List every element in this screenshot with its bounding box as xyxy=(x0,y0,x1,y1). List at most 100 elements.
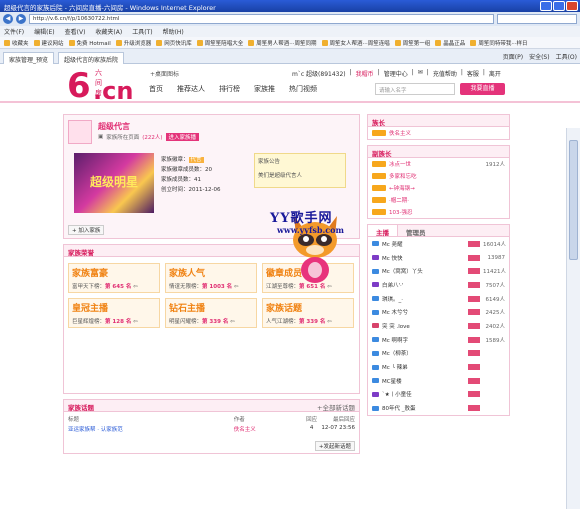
member-row[interactable]: `★丨小童佳 xyxy=(368,388,509,402)
service-link[interactable]: 客服 xyxy=(467,69,479,78)
family-avatar xyxy=(68,120,92,144)
enter-family-button[interactable]: 进入家族播 xyxy=(165,133,200,141)
tab-admins[interactable]: 管理员 xyxy=(398,225,434,237)
member-name: MC星楼 xyxy=(382,378,402,385)
username[interactable]: m`c 超级(891432) xyxy=(292,69,346,78)
vice-row[interactable]: 多家和忘吃 xyxy=(368,170,509,182)
level-icon xyxy=(372,268,379,274)
close-button[interactable] xyxy=(566,1,578,11)
menu-bar: 文件(F) 编辑(E) 查看(V) 收藏夹(A) 工具(T) 帮助(H) xyxy=(0,26,580,37)
tab-family-backyard[interactable]: 超级代言的家族后院 xyxy=(58,51,125,64)
vertical-scrollbar[interactable] xyxy=(566,128,580,509)
family-stats: 家族徽章： 代言 家族徽章成员数：20 家族成员数：41 创立时间：2011-12… xyxy=(161,157,221,193)
fav-item[interactable]: 晶晶正品 xyxy=(435,39,465,47)
join-family-button[interactable]: + 加入家族 xyxy=(68,225,105,235)
go-live-button[interactable]: 我要直播 xyxy=(460,83,505,95)
mail-icon[interactable]: ✉ xyxy=(418,69,423,78)
topic-row[interactable]: 亚运家族帮 · 认家族范 佚名主义 4 12-07 23:56 xyxy=(64,423,359,435)
member-row[interactable]: Mc 快快 13987 xyxy=(368,251,509,265)
nav-recommend[interactable]: 推荐达人 xyxy=(177,84,205,94)
fav-item[interactable]: 周笙同特带我···样日 xyxy=(470,39,528,47)
honor-card[interactable]: 钻石主播 明星闪耀榜：第 339 名 ⇦ xyxy=(165,298,257,328)
member-count: 2402人 xyxy=(485,323,506,330)
nav-ranking[interactable]: 排行榜 xyxy=(219,84,240,94)
vice-row[interactable]: ·帽二期· xyxy=(368,194,509,206)
tab-family-preview[interactable]: 家族管理_预览 xyxy=(3,51,55,64)
member-row[interactable]: 白弟八'·' 7507人 xyxy=(368,278,509,292)
member-row[interactable]: MC星楼 xyxy=(368,374,509,388)
menu-favorites[interactable]: 收藏夹(A) xyxy=(95,27,122,36)
menu-help[interactable]: 帮助(H) xyxy=(163,27,184,36)
member-name: 白弟八'·' xyxy=(382,282,404,289)
minimize-button[interactable] xyxy=(540,1,552,11)
fav-item[interactable]: 免费 Hotmail xyxy=(68,39,111,47)
vice-row[interactable]: ←钟海钢→ xyxy=(368,182,509,194)
fav-item[interactable]: 网页快讯库 xyxy=(156,39,192,47)
nav-home[interactable]: 首页 xyxy=(149,84,163,94)
member-row[interactable]: 突 突 .love 2402人 xyxy=(368,319,509,333)
member-row[interactable]: 80年代 _敖蛋 xyxy=(368,401,509,415)
browser-search-input[interactable] xyxy=(497,14,577,24)
member-name: Mc 啊啊字 xyxy=(382,337,409,344)
fav-item[interactable]: 周笙笙陪唱大全 xyxy=(196,39,243,47)
level-icon xyxy=(372,323,379,329)
fav-item[interactable]: 升级浏览器 xyxy=(115,39,151,47)
member-row[interactable]: 琪琪。_· 6149人 xyxy=(368,292,509,306)
menu-file[interactable]: 文件(F) xyxy=(4,27,24,36)
honor-card[interactable]: 皇冠主播 巨星辉煌榜：第 128 名 ⇦ xyxy=(68,298,160,328)
logout-link[interactable]: 离开 xyxy=(489,69,501,78)
member-row[interactable]: Mc（窝窝）丫头 11421人 xyxy=(368,264,509,278)
topics-title: 家族话题 xyxy=(68,404,94,412)
member-count: 13987 xyxy=(487,254,506,261)
scrollbar-thumb[interactable] xyxy=(569,140,578,260)
member-row[interactable]: Mc 啊啊字 1589人 xyxy=(368,333,509,347)
nav-hot-video[interactable]: 热门视频 xyxy=(289,84,317,94)
maximize-button[interactable] xyxy=(553,1,565,11)
favorites-button[interactable]: 收藏夹 xyxy=(4,39,29,47)
url-input[interactable]: http://v.6.cn/f/p/10630722.html xyxy=(29,14,494,24)
member-name: Mc 快快 xyxy=(382,255,403,262)
vice-row[interactable]: 103-强忍 xyxy=(368,206,509,218)
member-count: 1589人 xyxy=(485,337,506,344)
member-row[interactable]: Mc ╰ 辣弟 xyxy=(368,360,509,374)
manage-link[interactable]: 管理中心 xyxy=(384,69,408,78)
honor-card[interactable]: 家族富豪 富甲天下榜：第 645 名 ⇦ xyxy=(68,263,160,293)
safety-menu[interactable]: 安全(S) xyxy=(529,52,550,61)
member-row[interactable]: Mc（柳茶） xyxy=(368,347,509,361)
rank-badge-icon xyxy=(468,391,480,398)
member-row[interactable]: Mc 木兮兮 2425人 xyxy=(368,305,509,319)
new-topic-button[interactable]: +发起新话题 xyxy=(314,441,355,451)
tab-anchors[interactable]: 主播 xyxy=(368,225,398,237)
site-search-input[interactable]: 请输入名字 xyxy=(375,83,455,95)
charge-link[interactable]: 我帽币 xyxy=(356,69,374,78)
fav-item[interactable]: 周笙男人帮酒···周笙同期 xyxy=(248,39,317,47)
member-name: Mc（柳茶） xyxy=(382,351,412,358)
back-icon[interactable]: ◀ xyxy=(3,14,13,24)
help-link[interactable]: 充值帮助 xyxy=(433,69,457,78)
favorites-bar: 收藏夹 建议网站 免费 Hotmail 升级浏览器 网页快讯库 周笙笙陪唱大全 … xyxy=(0,37,580,49)
forward-icon[interactable]: ▶ xyxy=(16,14,26,24)
member-row[interactable]: Mc 尧耀 16014人 xyxy=(368,237,509,251)
menu-edit[interactable]: 编辑(E) xyxy=(34,27,54,36)
tools-menu[interactable]: 工具(O) xyxy=(556,52,577,61)
desktop-icon-link[interactable]: +桌面图标 xyxy=(150,69,179,78)
nav-family[interactable]: 家族推 xyxy=(254,84,275,94)
fav-item[interactable]: 周笙女人帮酒···周笙连唱 xyxy=(321,39,390,47)
page-menu[interactable]: 页面(P) xyxy=(503,52,523,61)
honor-card[interactable]: 家族话题 人气江湖榜：第 339 名 ⇦ xyxy=(262,298,354,328)
rank-badge-icon xyxy=(468,254,480,261)
member-name: Mc 尧耀 xyxy=(382,241,403,248)
level-icon xyxy=(372,296,379,302)
vice-leader-box: 副族长 冰点一世 1912人 多家和忘吃 ←钟海钢→ ·帽二期· 103-强忍 xyxy=(367,145,510,219)
fav-item[interactable]: 建议网站 xyxy=(33,39,64,47)
member-name: 80年代 _敖蛋 xyxy=(382,406,416,413)
menu-tools[interactable]: 工具(T) xyxy=(132,27,152,36)
fav-item[interactable]: 周笙第一组 xyxy=(394,39,430,47)
site-logo[interactable]: 6 六间房 .cn xyxy=(67,69,133,105)
menu-view[interactable]: 查看(V) xyxy=(65,27,86,36)
level-icon xyxy=(372,309,379,315)
honor-card[interactable]: 家族人气 情谊无限榜：第 1003 名 ⇦ xyxy=(165,263,257,293)
all-topics-link[interactable]: +全部新话题 xyxy=(317,402,355,412)
leader-name[interactable]: 佚名主义 xyxy=(389,129,505,137)
vice-row[interactable]: 冰点一世 1912人 xyxy=(368,158,509,170)
